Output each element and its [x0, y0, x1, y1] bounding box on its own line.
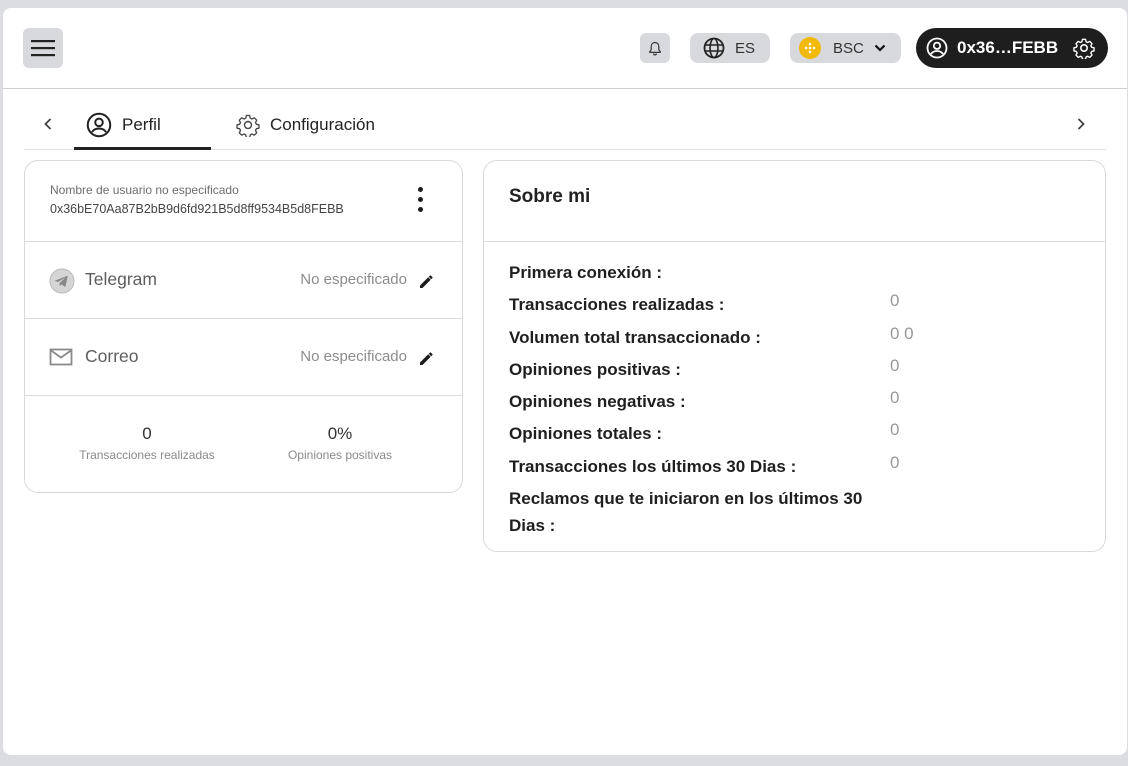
tabs-scroll-right-button[interactable] [1069, 112, 1093, 136]
info-value: 0 [890, 355, 900, 375]
dot [417, 186, 423, 192]
tab-perfil-label: Perfil [122, 115, 161, 134]
mail-icon [49, 347, 73, 372]
network-label: BSC [833, 39, 864, 57]
user-identity: Nombre de usuario no especificado 0x36bE… [25, 161, 462, 242]
info-row: Opiniones totales : 0 [509, 420, 1069, 452]
info-label: Transacciones los últimos 30 Dias : [509, 456, 797, 476]
info-row: Opiniones positivas : 0 [509, 356, 1069, 388]
account-circle-icon [926, 37, 948, 59]
chevron-left-icon [44, 118, 52, 130]
info-label: Opiniones positivas : [509, 359, 681, 379]
edit-telegram-button[interactable] [416, 270, 438, 292]
app-window: ES BSC 0x36…FEBB Perfil Configuración No… [3, 8, 1127, 755]
info-value: 0 0 [890, 323, 914, 343]
username-label: Nombre de usuario no especificado [50, 183, 239, 197]
about-title: Sobre mi [509, 186, 591, 207]
stat-label: Opiniones positivas [287, 448, 393, 462]
chevron-right-icon [1077, 118, 1085, 130]
top-bar: ES BSC 0x36…FEBB [3, 8, 1127, 89]
info-row: Primera conexión : [509, 259, 1069, 291]
chevron-down-icon [874, 44, 886, 52]
info-value: 0 [890, 452, 900, 472]
info-value: 0 [890, 420, 900, 440]
contact-name: Telegram [85, 269, 157, 289]
wallet-address: 0x36…FEBB [957, 38, 1059, 57]
info-value: 0 [890, 388, 900, 408]
gear-icon [236, 114, 260, 137]
info-label: Volumen total transaccionado : [509, 327, 761, 347]
info-row: Reclamos que te iniciaron en los últimos… [509, 485, 1069, 545]
stat-transactions: 0 Transacciones realizadas [37, 424, 257, 462]
info-row: Volumen total transaccionado : 0 0 [509, 324, 1069, 356]
tab-perfil[interactable]: Perfil [74, 101, 211, 150]
gear-icon[interactable] [1073, 37, 1095, 59]
telegram-icon [49, 268, 75, 299]
globe-icon [703, 37, 725, 59]
tab-configuracion[interactable]: Configuración [236, 101, 375, 149]
language-selector[interactable]: ES [690, 33, 770, 63]
contact-name: Correo [85, 346, 139, 366]
info-row: Opiniones negativas : 0 [509, 388, 1069, 420]
stat-positive-reviews: 0% Opiniones positivas [230, 424, 450, 462]
wallet-address-full: 0x36bE70Aa87B2bB9d6fd921B5d8ff9534B5d8FE… [50, 202, 344, 216]
pencil-icon [420, 352, 433, 365]
info-row: Transacciones los últimos 30 Dias : 0 [509, 453, 1069, 485]
profile-card: Nombre de usuario no especificado 0x36bE… [24, 160, 463, 493]
edit-correo-button[interactable] [416, 347, 438, 369]
stat-label: Transacciones realizadas [79, 448, 215, 462]
contact-value: No especificado [300, 348, 407, 365]
bnb-chain-icon [799, 37, 821, 59]
wallet-account-button[interactable]: 0x36…FEBB [916, 28, 1108, 68]
dot [417, 206, 423, 212]
stat-value: 0% [327, 424, 353, 443]
network-selector[interactable]: BSC [790, 33, 901, 63]
account-circle-icon [86, 112, 112, 138]
notifications-button[interactable] [640, 33, 670, 63]
info-value: 0 [890, 291, 900, 311]
contact-value: No especificado [300, 271, 407, 288]
bell-icon [649, 41, 661, 55]
profile-stats: 0 Transacciones realizadas 0% Opiniones … [25, 396, 462, 491]
tab-configuracion-label: Configuración [270, 115, 375, 134]
menu-button[interactable] [23, 28, 63, 68]
info-label: Opiniones totales : [509, 424, 663, 444]
info-label: Reclamos que te iniciaron en los últimos… [509, 489, 863, 536]
language-label: ES [735, 39, 756, 57]
info-label: Opiniones negativas : [509, 392, 686, 412]
dot [417, 196, 423, 202]
about-header: Sobre mi [484, 161, 1105, 242]
pencil-icon [420, 275, 433, 288]
hamburger-icon [31, 40, 55, 57]
tab-bar: Perfil Configuración [24, 101, 1106, 150]
info-label: Primera conexión : [509, 263, 663, 282]
more-options-button[interactable] [408, 183, 432, 215]
info-label: Transacciones realizadas : [509, 295, 725, 315]
contact-row-correo: Correo No especificado [25, 319, 462, 396]
stat-value: 0 [142, 424, 152, 443]
info-row: Transacciones realizadas : 0 [509, 291, 1069, 323]
tabs-scroll-left-button[interactable] [36, 112, 60, 136]
contact-row-telegram: Telegram No especificado [25, 242, 462, 319]
about-info-list: Primera conexión : Transacciones realiza… [509, 259, 1069, 545]
